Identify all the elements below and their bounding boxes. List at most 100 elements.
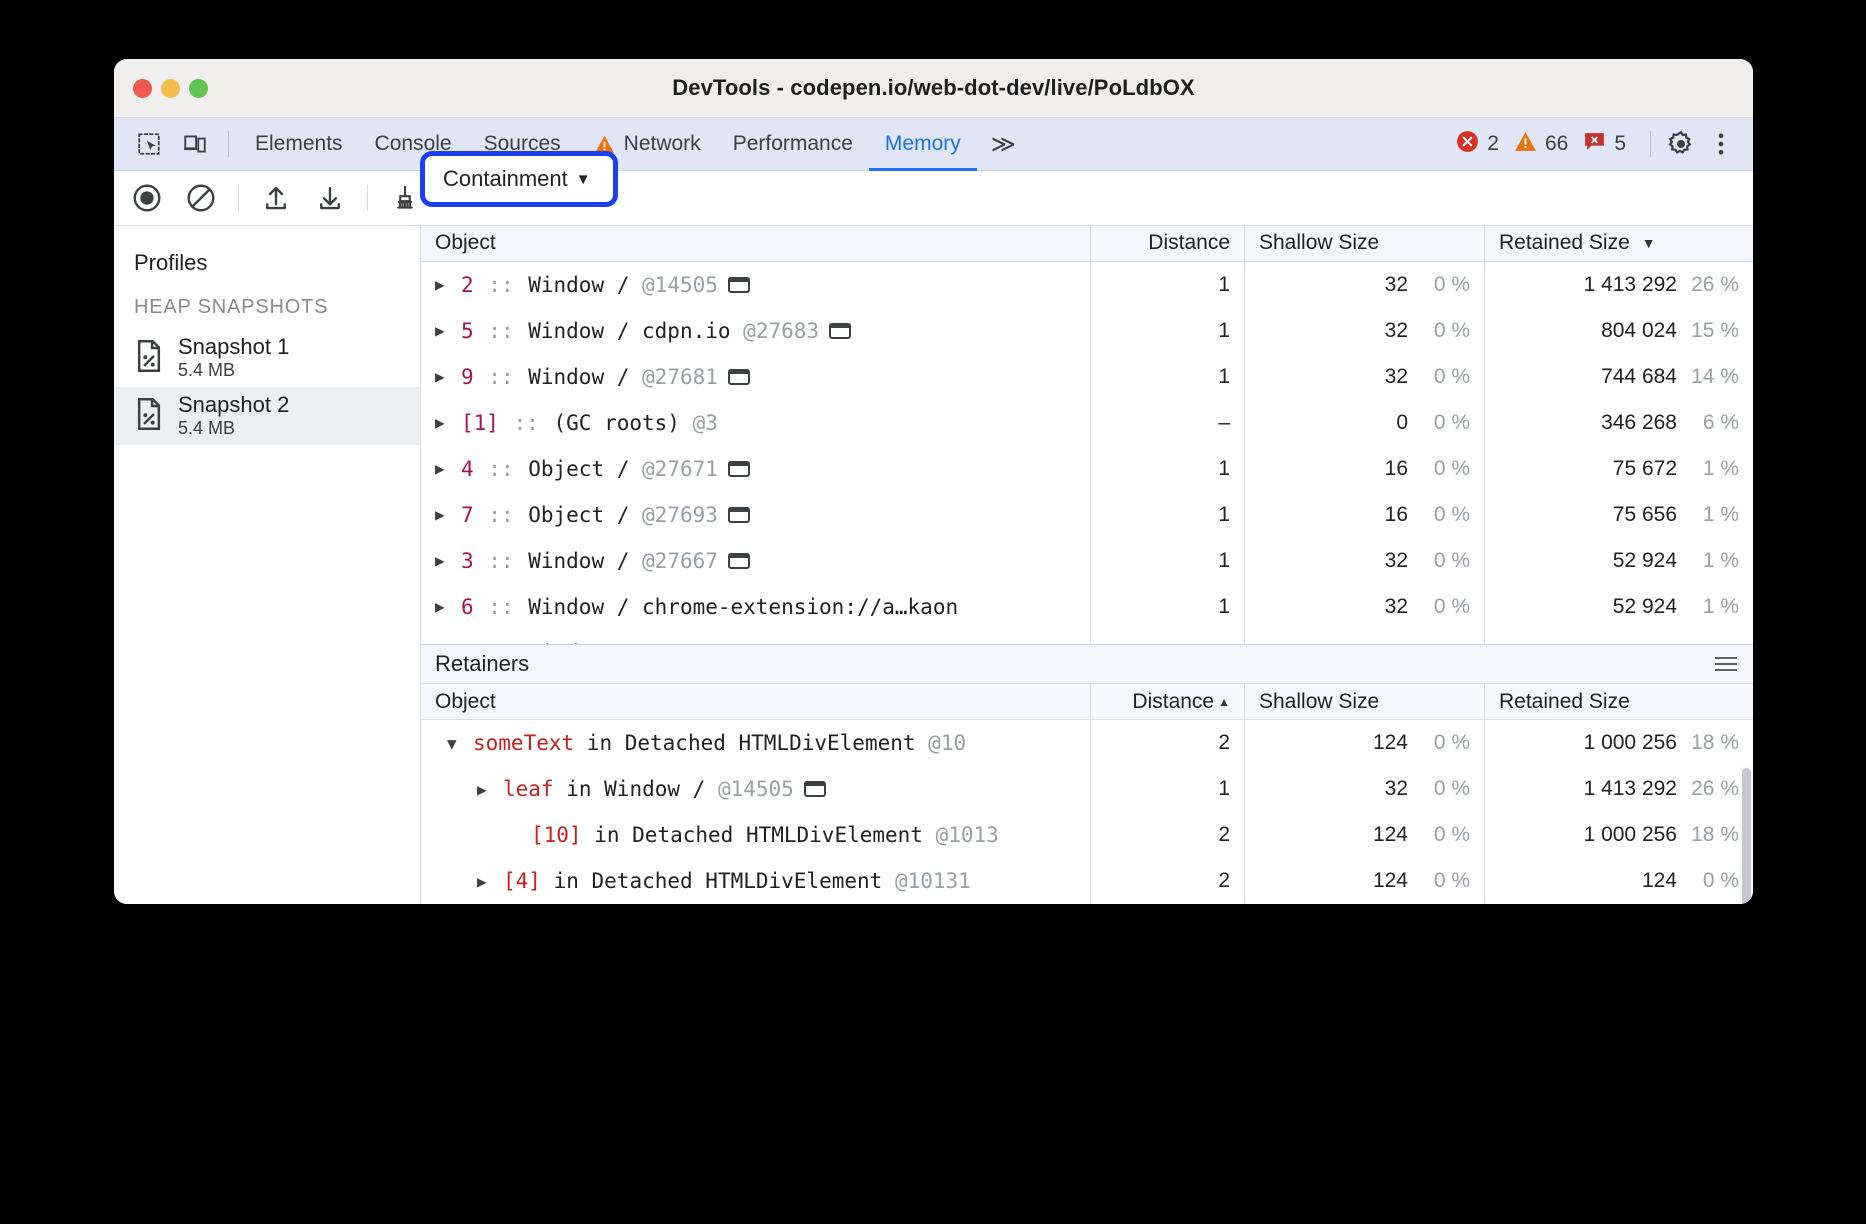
cell-distance: 1: [1091, 446, 1245, 492]
clear-icon[interactable]: [180, 177, 222, 219]
record-icon[interactable]: [126, 177, 168, 219]
containment-grid-header: Object Distance Shallow Size Retained Si…: [421, 226, 1753, 262]
tab-performance[interactable]: Performance: [717, 118, 869, 171]
cell-object[interactable]: ▶6 :: Window / chrome-extension://a…kaon: [421, 584, 1091, 630]
retained-size-value: 1 413 292: [1584, 777, 1677, 801]
expand-triangle-icon[interactable]: ▶: [435, 321, 461, 340]
retainer-property: [4]: [503, 869, 541, 893]
expand-triangle-icon[interactable]: ▶: [477, 780, 503, 799]
cell-object[interactable]: ▶8 :: Window / @27695: [421, 630, 1091, 645]
cell-object[interactable]: ▶9 :: Window / @27681: [421, 354, 1091, 400]
column-header-distance[interactable]: Distance ▲: [1091, 684, 1245, 719]
containment-grid-rows[interactable]: ▶2 :: Window / @145051320 %1 413 29226 %…: [421, 262, 1753, 645]
table-row[interactable]: ▶6 :: Window / chrome-extension://a…kaon…: [421, 584, 1753, 630]
cell-object[interactable]: ▶5 :: Window / cdpn.io @27683: [421, 308, 1091, 354]
table-row[interactable]: ▶7 :: Object / @276931160 %75 6561 %: [421, 492, 1753, 538]
object-index: 6: [461, 595, 474, 619]
object-id: @27671: [629, 457, 718, 481]
expand-triangle-icon[interactable]: ▶: [435, 367, 461, 386]
retainers-grid-rows[interactable]: ▼someText in Detached HTMLDivElement @10…: [421, 720, 1753, 904]
device-toolbar-icon[interactable]: [176, 125, 214, 163]
retained-size-value: 75 656: [1613, 503, 1677, 527]
inspect-element-icon[interactable]: [130, 125, 168, 163]
cell-object[interactable]: ▶[4] in Detached HTMLDivElement @10131: [421, 858, 1091, 904]
table-row[interactable]: ▶9 :: Window / @276811320 %744 68414 %: [421, 354, 1753, 400]
warning-counter[interactable]: 66: [1513, 129, 1568, 159]
cell-object[interactable]: ▶[1] :: (GC roots) @3: [421, 400, 1091, 446]
table-row[interactable]: ▼someText in Detached HTMLDivElement @10…: [421, 720, 1753, 766]
table-row[interactable]: ▶4 :: Object / @276711160 %75 6721 %: [421, 446, 1753, 492]
export-icon[interactable]: [309, 177, 351, 219]
cell-retained-size: 1 000 25618 %: [1485, 720, 1753, 766]
column-header-distance[interactable]: Distance: [1091, 226, 1245, 261]
tab-memory[interactable]: Memory: [869, 118, 977, 171]
table-row[interactable]: ▶3 :: Window / @276671320 %52 9241 %: [421, 538, 1753, 584]
sidebar-item-snapshot-1[interactable]: Snapshot 1 5.4 MB: [114, 329, 420, 387]
retained-size-value: 744 684: [1601, 365, 1677, 389]
expand-triangle-icon[interactable]: ▶: [435, 505, 461, 524]
expand-triangle-icon[interactable]: ▼: [447, 734, 473, 753]
table-row[interactable]: ▶5 :: Window / cdpn.io @276831320 %804 0…: [421, 308, 1753, 354]
cell-object[interactable]: ▼someText in Detached HTMLDivElement @10: [421, 720, 1091, 766]
expand-triangle-icon[interactable]: ▶: [435, 551, 461, 570]
more-tabs-button[interactable]: ≫: [977, 130, 1027, 159]
column-label: Shallow Size: [1259, 690, 1379, 714]
retainers-title: Retainers: [435, 651, 529, 677]
snapshot-size: 5.4 MB: [178, 359, 289, 382]
column-header-shallow-size[interactable]: Shallow Size: [1245, 226, 1485, 261]
window-frame-icon: [728, 553, 750, 569]
column-header-object[interactable]: Object: [421, 684, 1091, 719]
toolbar-divider: [367, 185, 368, 211]
table-row[interactable]: ▶leaf in Window / @145051320 %1 413 2922…: [421, 766, 1753, 812]
object-id: @14505: [629, 273, 718, 297]
retained-size-percent: 1 %: [1677, 549, 1739, 573]
cell-object[interactable]: [10] in Detached HTMLDivElement @1013: [421, 812, 1091, 858]
table-row[interactable]: ▶8 :: Window / @276951320 %52 9241 %: [421, 630, 1753, 645]
heap-snapshot-view: Object Distance Shallow Size Retained Si…: [421, 226, 1753, 904]
window-frame-icon: [728, 277, 750, 293]
table-row[interactable]: ▶2 :: Window / @145051320 %1 413 29226 %: [421, 262, 1753, 308]
table-row[interactable]: [10] in Detached HTMLDivElement @1013212…: [421, 812, 1753, 858]
object-name: Window /: [528, 273, 629, 297]
retainer-in-keyword: in: [554, 777, 605, 801]
column-header-shallow-size[interactable]: Shallow Size: [1245, 684, 1485, 719]
expand-triangle-icon[interactable]: ▶: [435, 459, 461, 478]
devtools-window: DevTools - codepen.io/web-dot-dev/live/P…: [114, 59, 1753, 904]
column-header-retained-size[interactable]: Retained Size ▼: [1485, 226, 1753, 261]
shallow-size-percent: 0 %: [1408, 731, 1470, 755]
cell-object[interactable]: ▶2 :: Window / @14505: [421, 262, 1091, 308]
object-index: 4: [461, 457, 474, 481]
table-row[interactable]: ▶[4] in Detached HTMLDivElement @1013121…: [421, 858, 1753, 904]
issues-counter[interactable]: 5: [1582, 129, 1626, 159]
sidebar-item-snapshot-2[interactable]: Snapshot 2 5.4 MB: [114, 387, 420, 445]
title-bar: DevTools - codepen.io/web-dot-dev/live/P…: [114, 59, 1753, 118]
column-header-retained-size[interactable]: Retained Size: [1485, 684, 1753, 719]
expand-triangle-icon[interactable]: ▶: [477, 872, 503, 891]
table-row[interactable]: ▶[1] :: (GC roots) @3–00 %346 2686 %: [421, 400, 1753, 446]
retained-size-value: 346 268: [1601, 411, 1677, 435]
retainers-scrollbar-thumb[interactable]: [1742, 768, 1751, 904]
object-name: Window /: [528, 549, 629, 573]
expand-triangle-icon[interactable]: ▶: [435, 275, 461, 294]
cell-object[interactable]: ▶4 :: Object / @27671: [421, 446, 1091, 492]
cell-object[interactable]: ▶3 :: Window / @27667: [421, 538, 1091, 584]
shallow-size-percent: 0 %: [1408, 869, 1470, 893]
retainers-menu-icon[interactable]: [1715, 657, 1737, 671]
column-label: Retained Size: [1499, 231, 1630, 255]
cell-distance: –: [1091, 400, 1245, 446]
cell-object[interactable]: ▶7 :: Object / @27693: [421, 492, 1091, 538]
object-id: @1013: [923, 823, 999, 847]
gear-icon[interactable]: [1661, 124, 1701, 164]
column-header-object[interactable]: Object: [421, 226, 1091, 261]
cell-object[interactable]: ▶leaf in Window / @14505: [421, 766, 1091, 812]
expand-triangle-icon[interactable]: ▶: [435, 597, 461, 616]
tab-elements[interactable]: Elements: [239, 118, 359, 171]
toolbar-divider: [238, 185, 239, 211]
more-options-icon[interactable]: [1701, 124, 1741, 164]
import-icon[interactable]: [255, 177, 297, 219]
cell-shallow-size: 160 %: [1245, 492, 1485, 538]
error-counter[interactable]: 2: [1455, 129, 1499, 159]
retained-size-percent: 1 %: [1677, 595, 1739, 619]
view-selector[interactable]: Containment ▼: [420, 151, 618, 207]
expand-triangle-icon[interactable]: ▶: [435, 413, 461, 432]
